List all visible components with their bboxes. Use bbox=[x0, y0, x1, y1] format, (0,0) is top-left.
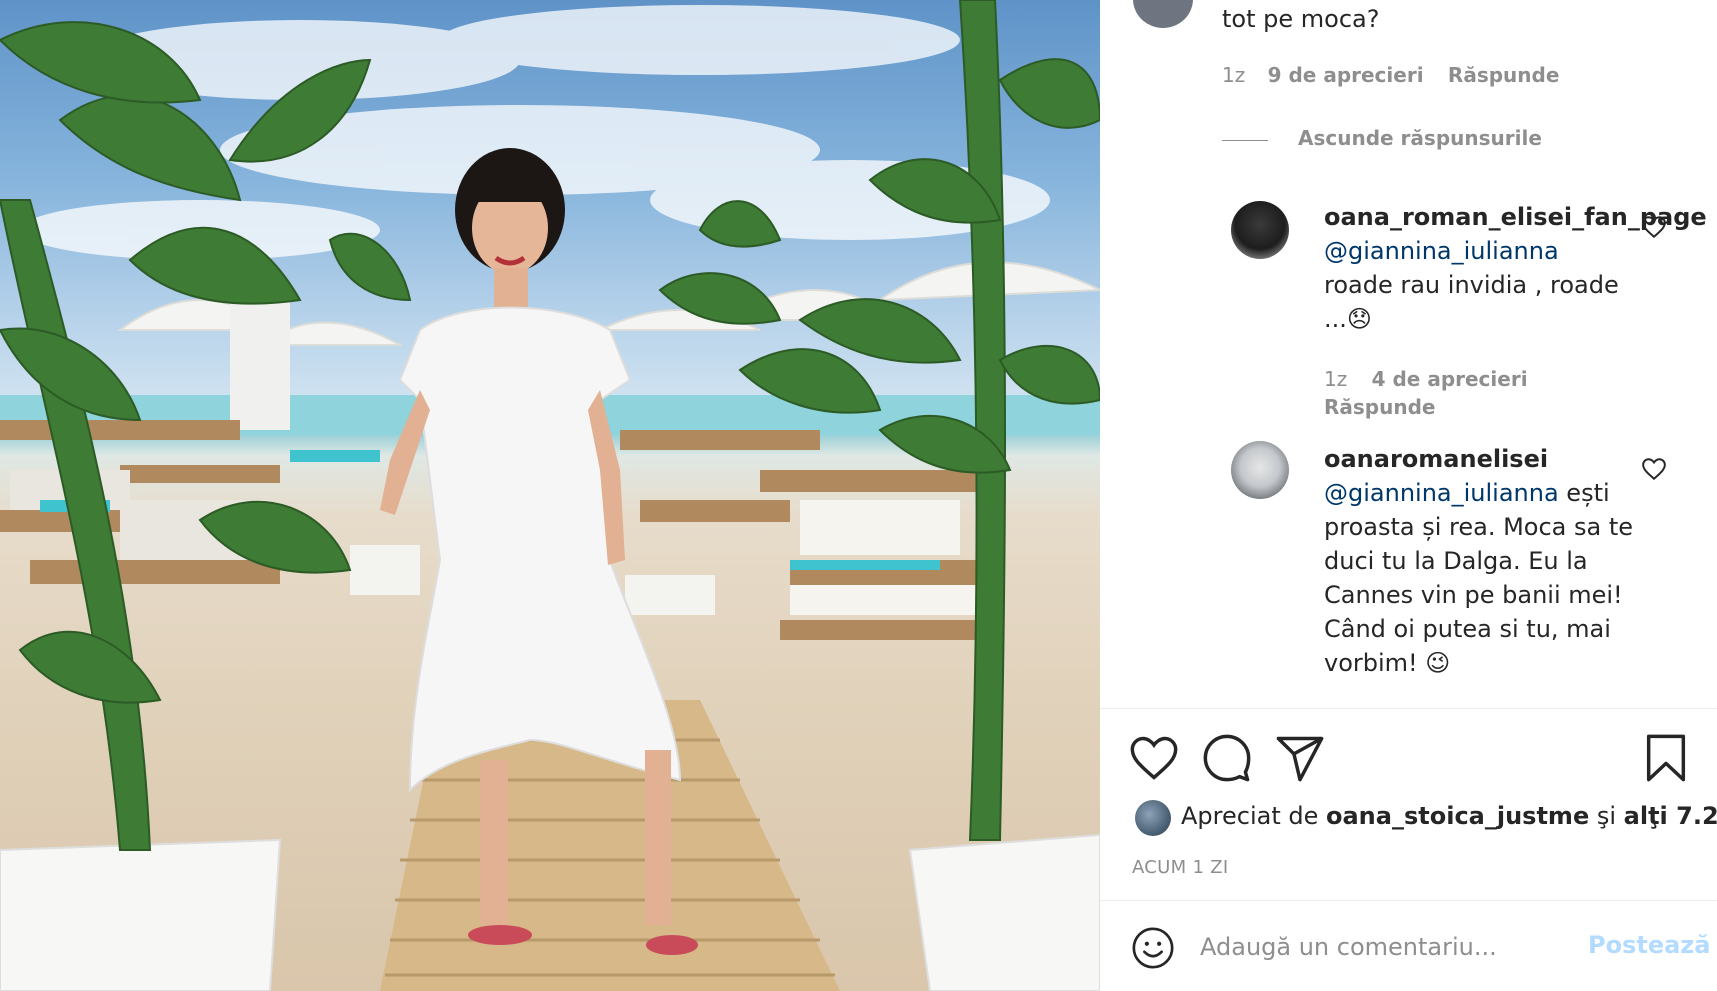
heart-icon[interactable] bbox=[1128, 732, 1180, 784]
hide-replies-label: Ascunde răspunsurile bbox=[1298, 126, 1542, 150]
comment-composer: Postează bbox=[1100, 901, 1717, 991]
comment-text: proasta și rea. Moca sa te bbox=[1324, 513, 1634, 541]
divider bbox=[1100, 708, 1717, 709]
post-timestamp[interactable]: ACUM 1 ZI bbox=[1132, 857, 1229, 878]
divider-line bbox=[1222, 140, 1268, 141]
comment-text: duci tu la Dalga. Eu la bbox=[1324, 547, 1588, 575]
hide-replies-button[interactable]: Ascunde răspunsurile bbox=[1222, 126, 1622, 156]
comment-input[interactable] bbox=[1200, 927, 1580, 967]
bookmark-icon[interactable] bbox=[1640, 732, 1692, 784]
comment-meta: 1z 4 de aprecieri Răspunde bbox=[1324, 365, 1528, 421]
smiley-icon[interactable] bbox=[1130, 925, 1176, 971]
comment-age[interactable]: 1z bbox=[1222, 63, 1245, 87]
like-comment-heart-icon[interactable] bbox=[1641, 214, 1667, 240]
likes-summary: Apreciat de oana_stoica_justme şi alţi 7… bbox=[1135, 800, 1717, 840]
post-photo[interactable] bbox=[0, 0, 1100, 991]
comment-age[interactable]: 1z bbox=[1324, 367, 1347, 391]
comment-text: ...😞 bbox=[1324, 305, 1372, 333]
mention-link[interactable]: @giannina_iulianna bbox=[1324, 237, 1559, 265]
action-bar bbox=[1100, 720, 1717, 800]
like-comment-heart-icon[interactable] bbox=[1641, 456, 1667, 482]
beach-photo bbox=[0, 0, 1100, 991]
comment-text: tot pe moca? bbox=[1222, 5, 1380, 33]
comment-username[interactable]: oanaromanelisei bbox=[1324, 445, 1548, 473]
comment-text: Cannes vin pe banii mei! bbox=[1324, 581, 1623, 609]
liker-username[interactable]: oana_stoica_justme bbox=[1326, 802, 1589, 830]
post-sidebar: tot pe moca? 1z 9 de aprecieri Răspunde … bbox=[1100, 0, 1717, 991]
likes-prefix: Apreciat de bbox=[1181, 802, 1326, 830]
comment-text: roade rau invidia , roade bbox=[1324, 271, 1619, 299]
comment-likes[interactable]: 4 de aprecieri bbox=[1372, 367, 1528, 391]
reply-button[interactable]: Răspunde bbox=[1324, 395, 1435, 419]
comment-text: vorbim! 😉 bbox=[1324, 649, 1451, 677]
avatar[interactable] bbox=[1135, 800, 1171, 836]
likes-others[interactable]: alţi 7.216 bbox=[1624, 802, 1717, 830]
comment-icon[interactable] bbox=[1201, 732, 1253, 784]
likes-middle: şi bbox=[1589, 802, 1624, 830]
comment-text: Când oi putea si tu, mai bbox=[1324, 615, 1611, 643]
comment-likes[interactable]: 9 de aprecieri bbox=[1268, 63, 1424, 87]
avatar[interactable] bbox=[1231, 201, 1289, 259]
post-button[interactable]: Postează bbox=[1588, 931, 1710, 959]
comments-list[interactable]: tot pe moca? 1z 9 de aprecieri Răspunde … bbox=[1100, 0, 1717, 708]
avatar[interactable] bbox=[1133, 0, 1193, 28]
comment-text: ești bbox=[1558, 479, 1610, 507]
reply-button[interactable]: Răspunde bbox=[1448, 63, 1559, 87]
paper-plane-icon[interactable] bbox=[1274, 732, 1326, 784]
avatar[interactable] bbox=[1231, 441, 1289, 499]
comment-meta: 1z 9 de aprecieri Răspunde bbox=[1222, 63, 1559, 87]
mention-link[interactable]: @giannina_iulianna bbox=[1324, 479, 1559, 507]
